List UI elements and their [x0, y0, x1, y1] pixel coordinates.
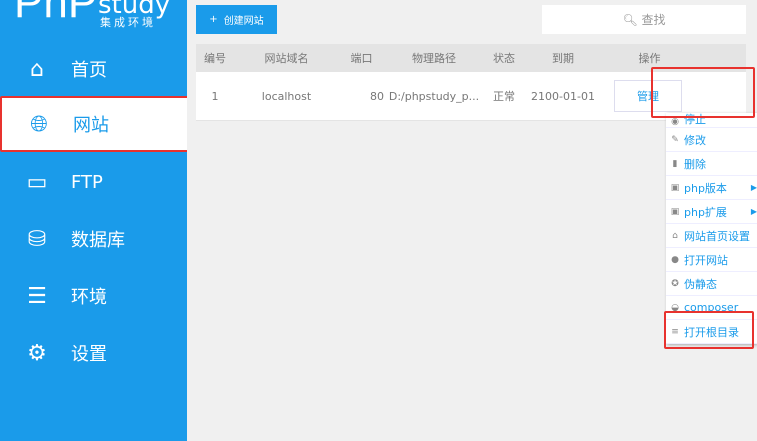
menu-item-edit[interactable]: ✎ 修改 [666, 128, 757, 152]
label: 创建网站 [223, 16, 264, 27]
col-header: 操作 [638, 52, 661, 65]
cell-path: D:/phpstudy_p... [388, 89, 480, 103]
gear-icon: ✪ [671, 278, 679, 289]
label: 打开网站 [684, 253, 728, 267]
sidebar-item-website[interactable]: 🌐︎ 网站 [0, 96, 190, 152]
sidebar-item-database[interactable]: ⛁ 数据库 [0, 211, 187, 267]
label: 首页 [71, 60, 107, 81]
manage-dropdown-menu: ◉ 停止 ✎ 修改 ▮ 删除 ▣ php版本 ▶ ▣ php扩展 ▶ ⌂ 网站首页设置 ● 打开网… [666, 113, 757, 344]
col-header: 物理路径 [412, 52, 456, 65]
submenu-arrow-icon: ▶ [750, 207, 757, 216]
menu-item-open-site[interactable]: ● 打开网站 [666, 248, 757, 272]
sidebar-item-home[interactable]: ⌂ 首页 [0, 41, 187, 97]
php-version-icon: ▣ [670, 182, 680, 193]
search-input[interactable]: 🔍︎ 查找 [542, 5, 746, 34]
menu-item-php-version[interactable]: ▣ php版本 ▶ [666, 176, 757, 200]
label: 设置 [71, 344, 107, 365]
label: 数据库 [71, 230, 125, 251]
label: 网站 [73, 115, 109, 136]
logo: PhP [14, 0, 98, 27]
highlight-open-root [664, 311, 754, 349]
menu-item-delete[interactable]: ▮ 删除 [666, 152, 757, 176]
label: 删除 [684, 157, 706, 171]
php-ext-icon: ▣ [670, 206, 680, 217]
col-header: 到期 [552, 52, 574, 65]
col-header: 状态 [493, 52, 515, 65]
submenu-arrow-icon: ▶ [750, 183, 757, 192]
label: php扩展 [684, 205, 727, 219]
search-icon: 🔍︎ [622, 12, 642, 27]
home-icon: ⌂ [30, 56, 44, 82]
sidebar-item-settings[interactable]: ⚙ 设置 [0, 325, 187, 381]
server-icon: ▭ [26, 169, 48, 195]
cell-port: 80 [370, 89, 384, 103]
create-site-button[interactable]: + 创建网站 [196, 5, 277, 34]
plus-icon: + [209, 14, 218, 25]
label: 伪静态 [684, 277, 717, 291]
cell-domain: localhost [261, 89, 312, 103]
col-header: 端口 [350, 52, 373, 65]
menu-item-homepage-settings[interactable]: ⌂ 网站首页设置 [666, 224, 757, 248]
gear-icon: ⚙ [27, 340, 47, 366]
highlight-manage [651, 67, 755, 118]
label: 网站首页设置 [684, 229, 750, 243]
cell-expiry: 2100-01-01 [531, 89, 595, 103]
menu-item-rewrite[interactable]: ✪ 伪静态 [666, 272, 757, 296]
globe-icon: ● [671, 254, 679, 265]
label: FTP [71, 171, 103, 193]
col-header: 编号 [204, 52, 226, 65]
placeholder: 查找 [641, 13, 666, 27]
label: php版本 [684, 181, 727, 195]
sidebar: PhP study 集成环境 ⌂ 首页 🌐︎ 网站 ▭ FTP ⛁ 数据库 ☰ 环境 ⚙ 设… [0, 0, 190, 441]
label: 修改 [684, 133, 706, 147]
pencil-icon: ✎ [671, 134, 679, 145]
sidebar-item-environment[interactable]: ☰ 环境 [0, 268, 187, 324]
globe-icon: 🌐︎ [30, 111, 48, 137]
sidebar-item-ftp[interactable]: ▭ FTP [0, 154, 187, 210]
label: 环境 [71, 287, 107, 308]
database-icon: ⛁ [27, 226, 47, 252]
col-header: 网站域名 [264, 52, 309, 65]
home-icon: ⌂ [672, 230, 678, 241]
cell-status: 正常 [493, 90, 515, 103]
cell-id: 1 [211, 89, 219, 103]
logo-tagline: 集成环境 [100, 16, 156, 29]
stop-icon: ◉ [671, 117, 679, 127]
menu-item-php-extensions[interactable]: ▣ php扩展 ▶ [666, 200, 757, 224]
trash-icon: ▮ [672, 158, 678, 169]
sliders-icon: ☰ [27, 283, 47, 309]
